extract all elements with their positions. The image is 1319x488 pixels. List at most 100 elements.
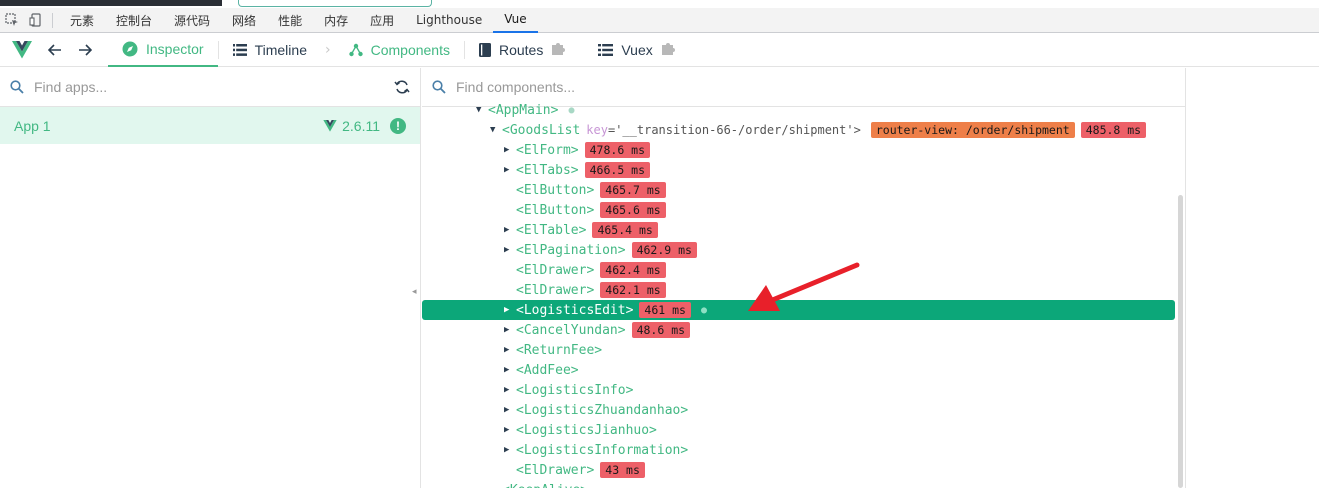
tab-inspector[interactable]: Inspector bbox=[108, 34, 218, 67]
device-toolbar-icon[interactable] bbox=[24, 8, 48, 33]
apps-search-input[interactable] bbox=[34, 79, 394, 95]
book-icon bbox=[478, 43, 491, 57]
render-time-badge: 478.6 ms bbox=[584, 142, 651, 158]
component-name: <AppMain> bbox=[488, 102, 559, 118]
component-tree-row[interactable]: ▼ <AppMain> ● bbox=[422, 100, 1175, 120]
collapse-arrow-icon[interactable]: ▶ bbox=[504, 445, 516, 455]
component-tree-row[interactable]: ▶ <CancelYundan> 48.6 ms bbox=[422, 320, 1175, 340]
collapse-arrow-icon[interactable]: ▶ bbox=[504, 345, 516, 355]
component-name: <LogisticsEdit> bbox=[516, 302, 634, 318]
tab-vuex[interactable]: Vuex bbox=[584, 34, 689, 67]
render-time-badge: 466.5 ms bbox=[584, 162, 651, 178]
tab-components[interactable]: Components bbox=[335, 34, 464, 67]
component-tree-row[interactable]: ▼ <GoodsList key ='__transition-66-/order/s… bbox=[422, 120, 1175, 140]
expand-arrow-icon[interactable]: ▼ bbox=[490, 125, 502, 135]
warning-icon[interactable]: ! bbox=[390, 117, 406, 134]
component-name: <ReturnFee> bbox=[516, 342, 603, 358]
component-name: <ElButton> bbox=[516, 182, 595, 198]
expand-arrow-icon[interactable]: ▼ bbox=[476, 105, 488, 115]
collapse-arrow-icon[interactable]: ▶ bbox=[504, 365, 516, 375]
component-tree-row[interactable]: ▶ <ElTable> 465.4 ms bbox=[422, 220, 1175, 240]
tab-memory[interactable]: 内存 bbox=[313, 8, 359, 33]
component-name: <ElDrawer> bbox=[516, 282, 595, 298]
component-name: <LogisticsJianhuo> bbox=[516, 422, 657, 438]
tab-elements[interactable]: 元素 bbox=[59, 8, 105, 33]
puzzle-icon bbox=[661, 41, 676, 59]
scrollbar[interactable] bbox=[1178, 195, 1183, 488]
component-tree-row[interactable]: ▶ <ElTabs> 466.5 ms bbox=[422, 160, 1175, 180]
tab-routes[interactable]: Routes bbox=[465, 34, 580, 67]
tab-inspector-label: Inspector bbox=[146, 41, 204, 57]
puzzle-icon bbox=[551, 41, 566, 59]
tab-performance[interactable]: 性能 bbox=[267, 8, 313, 33]
apps-search-bar bbox=[0, 68, 420, 107]
render-time-badge: 465.4 ms bbox=[592, 222, 658, 238]
collapse-arrow-icon[interactable]: ▶ bbox=[504, 385, 516, 395]
forward-arrow-icon[interactable] bbox=[70, 34, 100, 67]
component-tree-row[interactable]: ▶ <ElForm> 478.6 ms bbox=[422, 140, 1175, 160]
app-version-number: 2.6.11 bbox=[342, 117, 380, 134]
render-time-badge: 48.6 ms bbox=[631, 322, 691, 338]
compass-icon bbox=[122, 41, 138, 57]
inspect-element-icon[interactable] bbox=[0, 8, 24, 33]
component-tree-icon bbox=[348, 43, 363, 57]
dot-indicator-icon: ● bbox=[568, 104, 575, 116]
tab-components-label: Components bbox=[370, 42, 450, 58]
component-tree-row[interactable]: ▶ <ReturnFee> bbox=[422, 340, 1175, 360]
vue-logo-icon bbox=[323, 119, 337, 132]
component-name: <KeepAlive> bbox=[502, 483, 588, 488]
component-tree-row[interactable]: <ElButton> 465.7 ms bbox=[422, 180, 1175, 200]
browser-dark-region bbox=[0, 0, 222, 6]
tab-timeline[interactable]: Timeline bbox=[219, 34, 321, 67]
component-tree-row[interactable]: <ElDrawer> 43 ms bbox=[422, 460, 1175, 480]
tab-console[interactable]: 控制台 bbox=[105, 8, 163, 33]
component-tree-row[interactable]: ▶ <LogisticsInformation> bbox=[422, 440, 1175, 460]
tab-vuex-label: Vuex bbox=[621, 42, 653, 58]
component-name: <LogisticsInfo> bbox=[516, 382, 634, 398]
tab-sources[interactable]: 源代码 bbox=[163, 8, 221, 33]
tab-network[interactable]: 网络 bbox=[221, 8, 267, 33]
tab-lighthouse[interactable]: Lighthouse bbox=[405, 8, 493, 33]
app-list-item[interactable]: App 1 2.6.11 ! bbox=[0, 107, 420, 144]
collapse-arrow-icon[interactable]: ▶ bbox=[504, 305, 516, 315]
component-tree-row[interactable]: ▶ <AddFee> bbox=[422, 360, 1175, 380]
render-time-badge: 462.9 ms bbox=[631, 242, 697, 258]
component-name: <ElTabs> bbox=[516, 162, 579, 178]
vuex-icon bbox=[598, 44, 614, 56]
annotation-arrow bbox=[748, 262, 860, 311]
component-name: <ElPagination> bbox=[516, 242, 626, 258]
component-attr-value: ='__transition-66-/order/shipment'> bbox=[607, 123, 861, 137]
component-name: <ElDrawer> bbox=[516, 462, 595, 478]
collapse-arrow-icon[interactable]: ▶ bbox=[504, 425, 516, 435]
refresh-icon[interactable] bbox=[394, 79, 410, 95]
browser-tab-fragment bbox=[238, 0, 432, 7]
component-tree-row[interactable]: ▶ <LogisticsZhuandanhao> bbox=[422, 400, 1175, 420]
component-tree-row[interactable]: <KeepAlive> bbox=[422, 480, 1175, 488]
components-search-input[interactable] bbox=[456, 79, 1175, 95]
collapse-arrow-icon[interactable]: ▶ bbox=[504, 245, 516, 255]
component-name: <ElButton> bbox=[516, 202, 595, 218]
component-name: <ElDrawer> bbox=[516, 262, 595, 278]
vue-toolbar: Inspector Timeline › Components Routes V… bbox=[0, 34, 1319, 67]
tab-vue[interactable]: Vue bbox=[493, 8, 538, 33]
router-view-badge: router-view: /order/shipment bbox=[870, 122, 1075, 138]
collapse-arrow-icon[interactable]: ▶ bbox=[504, 405, 516, 415]
component-tree-row[interactable]: <ElButton> 465.6 ms bbox=[422, 200, 1175, 220]
collapse-arrow-icon[interactable]: ▶ bbox=[504, 325, 516, 335]
search-icon bbox=[432, 80, 446, 94]
pane-splitter-handle[interactable]: ◂ bbox=[412, 287, 418, 301]
collapse-arrow-icon[interactable]: ▶ bbox=[504, 225, 516, 235]
devtools-separator bbox=[52, 12, 53, 28]
tab-application[interactable]: 应用 bbox=[359, 8, 405, 33]
component-tree-row[interactable]: ▶ <LogisticsInfo> bbox=[422, 380, 1175, 400]
collapse-arrow-icon[interactable]: ▶ bbox=[504, 165, 516, 175]
component-name: <AddFee> bbox=[516, 362, 579, 378]
timeline-icon bbox=[232, 44, 247, 56]
collapse-arrow-icon[interactable]: ▶ bbox=[504, 145, 516, 155]
back-arrow-icon[interactable] bbox=[40, 34, 70, 67]
component-tree-row[interactable]: ▶ <ElPagination> 462.9 ms bbox=[422, 240, 1175, 260]
component-tree-row[interactable]: ▶ <LogisticsJianhuo> bbox=[422, 420, 1175, 440]
render-time-badge: 462.1 ms bbox=[600, 282, 666, 298]
chevron-right-icon: › bbox=[324, 42, 331, 58]
render-time-badge: 43 ms bbox=[600, 462, 645, 478]
